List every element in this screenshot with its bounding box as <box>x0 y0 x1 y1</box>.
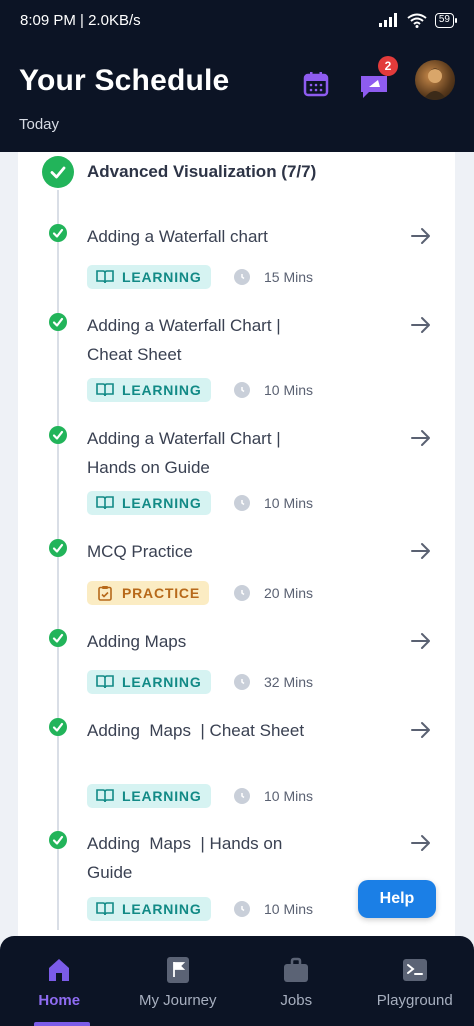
arrow-right-icon[interactable] <box>409 426 433 450</box>
user-photo-icon <box>423 68 447 100</box>
item-title: Adding Maps | Cheat Sheet <box>87 721 305 740</box>
item-duration: 20 Mins <box>264 585 314 601</box>
practice-tag: PRACTICE <box>87 581 209 605</box>
item-title: MCQ Practice <box>87 542 193 561</box>
clock-icon <box>234 674 250 690</box>
arrow-right-icon[interactable] <box>409 539 433 563</box>
signal-icon <box>378 13 397 27</box>
tag-label: LEARNING <box>122 901 202 917</box>
item-duration: 10 Mins <box>264 788 314 804</box>
item-check-icon <box>49 629 67 647</box>
module-title: Advanced Visualization (7/7) <box>87 162 317 181</box>
page-subtitle: Today <box>19 116 60 133</box>
calendar-button[interactable] <box>302 70 330 98</box>
wifi-icon <box>407 13 427 28</box>
book-icon <box>96 381 114 399</box>
item-check-icon <box>49 539 67 557</box>
item-duration: 10 Mins <box>264 382 314 398</box>
nav-label: Home <box>38 992 81 1009</box>
book-icon <box>96 900 114 918</box>
nav-my-journey[interactable]: My Journey <box>119 936 238 1026</box>
nav-home[interactable]: Home <box>0 936 119 1026</box>
briefcase-icon <box>282 956 310 984</box>
clock-icon <box>234 788 250 804</box>
item-check-icon <box>49 831 67 849</box>
tag-label: PRACTICE <box>122 585 200 601</box>
item-duration: 10 Mins <box>264 495 314 511</box>
learning-tag: LEARNING <box>87 491 211 515</box>
learning-tag: LEARNING <box>87 378 211 402</box>
app-header: Your Schedule Today 2 <box>0 40 474 152</box>
item-title: Adding a Waterfall Chart | Hands on Guid… <box>87 429 281 477</box>
clock-icon <box>234 585 250 601</box>
arrow-right-icon[interactable] <box>409 718 433 742</box>
arrow-right-icon[interactable] <box>409 313 433 337</box>
nav-label: Playground <box>376 992 453 1009</box>
item-check-icon <box>49 313 67 331</box>
tag-label: LEARNING <box>122 674 202 690</box>
flag-icon <box>164 956 192 984</box>
tag-label: LEARNING <box>122 495 202 511</box>
tag-label: LEARNING <box>122 382 202 398</box>
terminal-icon <box>401 956 429 984</box>
home-icon <box>45 956 73 984</box>
item-duration: 10 Mins <box>264 901 314 917</box>
notification-badge: 2 <box>378 56 398 76</box>
nav-label: Jobs <box>280 992 313 1009</box>
learning-tag: LEARNING <box>87 784 211 808</box>
item-check-icon <box>49 426 67 444</box>
status-time: 8:09 PM | 2.0KB/s <box>20 11 141 29</box>
clock-icon <box>234 382 250 398</box>
tag-label: LEARNING <box>122 788 202 804</box>
book-icon <box>96 673 114 691</box>
item-duration: 15 Mins <box>264 269 314 285</box>
nav-jobs[interactable]: Jobs <box>237 936 356 1026</box>
item-title: Adding a Waterfall chart <box>87 227 268 246</box>
timeline-line <box>57 190 59 930</box>
module-complete-check-icon <box>42 156 74 188</box>
item-title: Adding Maps <box>87 632 187 651</box>
book-icon <box>96 494 114 512</box>
item-duration: 32 Mins <box>264 674 314 690</box>
arrow-right-icon[interactable] <box>409 831 433 855</box>
nav-playground[interactable]: Playground <box>356 936 474 1026</box>
book-icon <box>96 787 114 805</box>
status-icons: 59 <box>378 12 458 28</box>
clipboard-check-icon <box>96 584 114 602</box>
page-title: Your Schedule <box>19 64 230 97</box>
status-bar: 8:09 PM | 2.0KB/s 59 <box>0 0 474 40</box>
book-icon <box>96 268 114 286</box>
item-title: Adding a Waterfall Chart | Cheat Sheet <box>87 316 281 364</box>
arrow-right-icon[interactable] <box>409 224 433 248</box>
item-check-icon <box>49 224 67 242</box>
item-title: Adding Maps | Hands on Guide <box>87 834 288 882</box>
learning-tag: LEARNING <box>87 265 211 289</box>
clock-icon <box>234 495 250 511</box>
arrow-right-icon[interactable] <box>409 629 433 653</box>
avatar[interactable] <box>415 60 455 100</box>
tag-label: LEARNING <box>122 269 202 285</box>
nav-label: My Journey <box>138 992 217 1009</box>
learning-tag: LEARNING <box>87 670 211 694</box>
clock-icon <box>234 269 250 285</box>
item-check-icon <box>49 718 67 736</box>
help-button[interactable]: Help <box>358 880 436 918</box>
bottom-nav: Home My Journey Jobs Playground <box>0 936 474 1026</box>
learning-tag: LEARNING <box>87 897 211 921</box>
active-indicator <box>34 1022 90 1026</box>
calendar-icon <box>303 72 329 97</box>
clock-icon <box>234 901 250 917</box>
battery-icon: 59 <box>434 12 458 28</box>
